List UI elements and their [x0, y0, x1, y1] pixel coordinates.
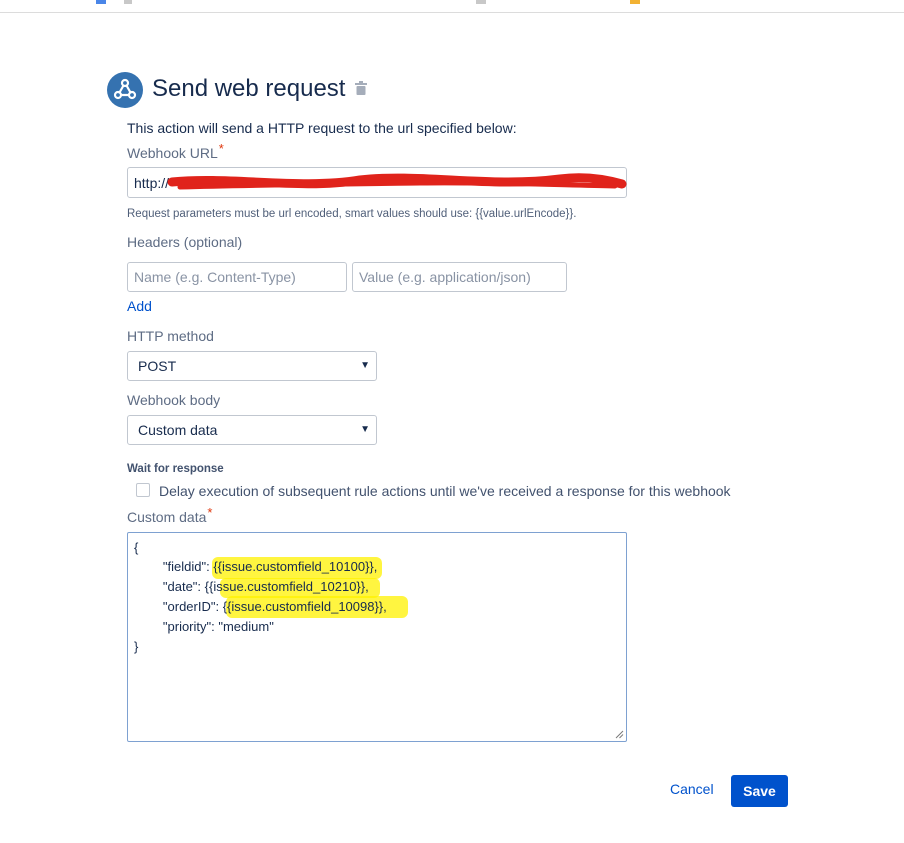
browser-glyph: [630, 0, 640, 4]
action-description: This action will send a HTTP request to …: [127, 120, 517, 136]
code-line: "priority": "medium": [134, 619, 274, 634]
http-method-label: HTTP method: [127, 328, 214, 344]
webhook-body-select[interactable]: Custom data ▼: [127, 415, 377, 445]
chevron-down-icon: ▼: [360, 424, 370, 435]
code-line: {: [134, 540, 139, 555]
page-title: Send web request: [152, 75, 346, 102]
headers-label: Headers (optional): [127, 234, 243, 250]
http-method-value: POST: [138, 358, 177, 374]
webhook-body-value: Custom data: [138, 422, 218, 438]
browser-glyph: [476, 0, 486, 4]
code-line: "date": {{issue.customfield_10210}},: [134, 579, 369, 594]
webhook-url-label: Webhook URL*: [127, 141, 224, 161]
chevron-down-icon: ▼: [360, 360, 370, 371]
browser-glyph: [124, 0, 132, 4]
code-line: "orderID": {{issue.customfield_10098}},: [134, 599, 387, 614]
wait-for-response-checkbox-label[interactable]: Delay execution of subsequent rule actio…: [159, 482, 731, 500]
save-button[interactable]: Save: [731, 775, 788, 807]
http-method-select[interactable]: POST ▼: [127, 351, 377, 381]
wait-for-response-checkbox[interactable]: [136, 483, 150, 497]
webhook-body-label: Webhook body: [127, 392, 221, 408]
browser-top-strip: [0, 0, 904, 13]
add-header-link[interactable]: Add: [127, 298, 152, 314]
trash-icon[interactable]: [355, 81, 367, 100]
custom-data-textarea[interactable]: { "fieldid": {{issue.customfield_10100}}…: [127, 532, 627, 742]
required-marker: *: [207, 505, 213, 520]
custom-data-label: Custom data*: [127, 505, 213, 525]
webhook-url-field-wrap: [127, 167, 627, 198]
cancel-button[interactable]: Cancel: [670, 781, 714, 797]
required-marker: *: [218, 141, 224, 156]
webhook-url-input[interactable]: [127, 167, 627, 198]
code-line: }: [134, 639, 139, 654]
bookmark-icon: [96, 0, 106, 4]
resize-handle-icon[interactable]: [615, 730, 624, 739]
webhook-icon: [107, 72, 143, 108]
code-line: "fieldid": {{issue.customfield_10100}},: [134, 559, 378, 574]
webhook-url-help: Request parameters must be url encoded, …: [127, 208, 577, 220]
header-value-input[interactable]: [352, 262, 567, 292]
wait-for-response-label: Wait for response: [127, 463, 224, 475]
header-name-input[interactable]: [127, 262, 347, 292]
